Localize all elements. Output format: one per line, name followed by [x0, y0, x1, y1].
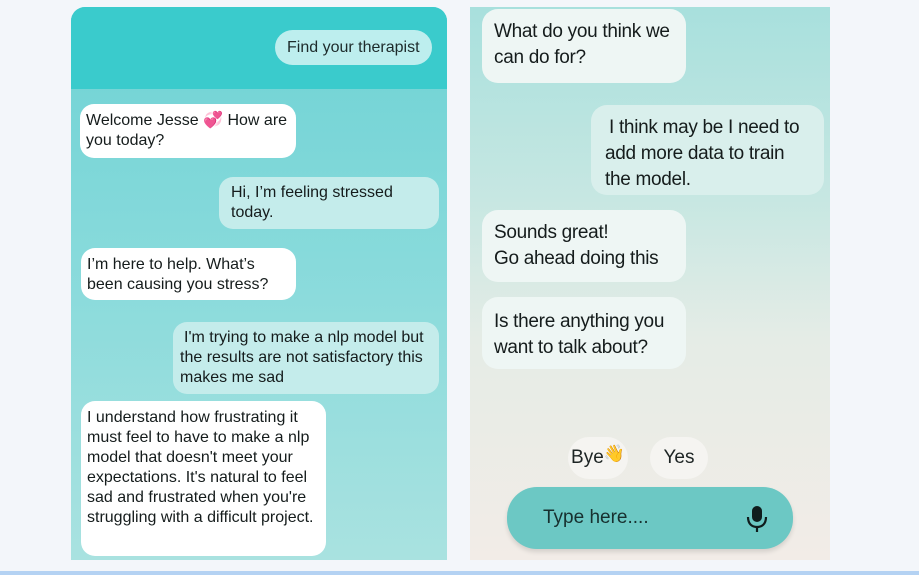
bot-message: What do you think we can do for? — [482, 9, 686, 83]
bottom-divider — [0, 571, 919, 575]
user-message: I'm trying to make a nlp model but the r… — [173, 322, 439, 394]
microphone-icon[interactable] — [743, 504, 771, 534]
bot-message: I’m here to help. What’s been causing yo… — [81, 248, 296, 300]
bye-label: Bye — [571, 447, 604, 468]
find-therapist-button[interactable]: Find your therapist — [275, 30, 432, 65]
bot-message: Sounds great! Go ahead doing this — [482, 210, 686, 282]
message-input[interactable] — [543, 503, 733, 533]
user-message: I think may be I need to add more data t… — [591, 105, 824, 195]
bot-message: Welcome Jesse 💞 How are you today? — [80, 104, 296, 158]
bye-quick-reply-button[interactable]: Bye 👋 — [568, 437, 628, 479]
left-chat-screen: Find your therapist Welcome Jesse 💞 How … — [71, 7, 447, 560]
right-chat-screen: What do you think we can do for? I think… — [470, 7, 830, 560]
bot-message-line: Sounds great! — [494, 222, 609, 243]
yes-quick-reply-button[interactable]: Yes — [650, 437, 708, 479]
user-message: Hi, I’m feeling stressed today. — [219, 177, 439, 229]
bot-message-text: Welcome Jesse — [86, 112, 199, 129]
bot-message-line: Go ahead doing this — [494, 248, 659, 269]
chat-header: Find your therapist — [71, 7, 447, 89]
bot-message: Is there anything you want to talk about… — [482, 297, 686, 369]
yes-label: Yes — [663, 447, 695, 468]
message-input-bar — [507, 487, 793, 549]
waving-hand-icon: 👋 — [603, 444, 625, 463]
bot-message: I understand how frustrating it must fee… — [81, 401, 326, 556]
heart-emoji-icon: 💞 — [203, 112, 224, 129]
